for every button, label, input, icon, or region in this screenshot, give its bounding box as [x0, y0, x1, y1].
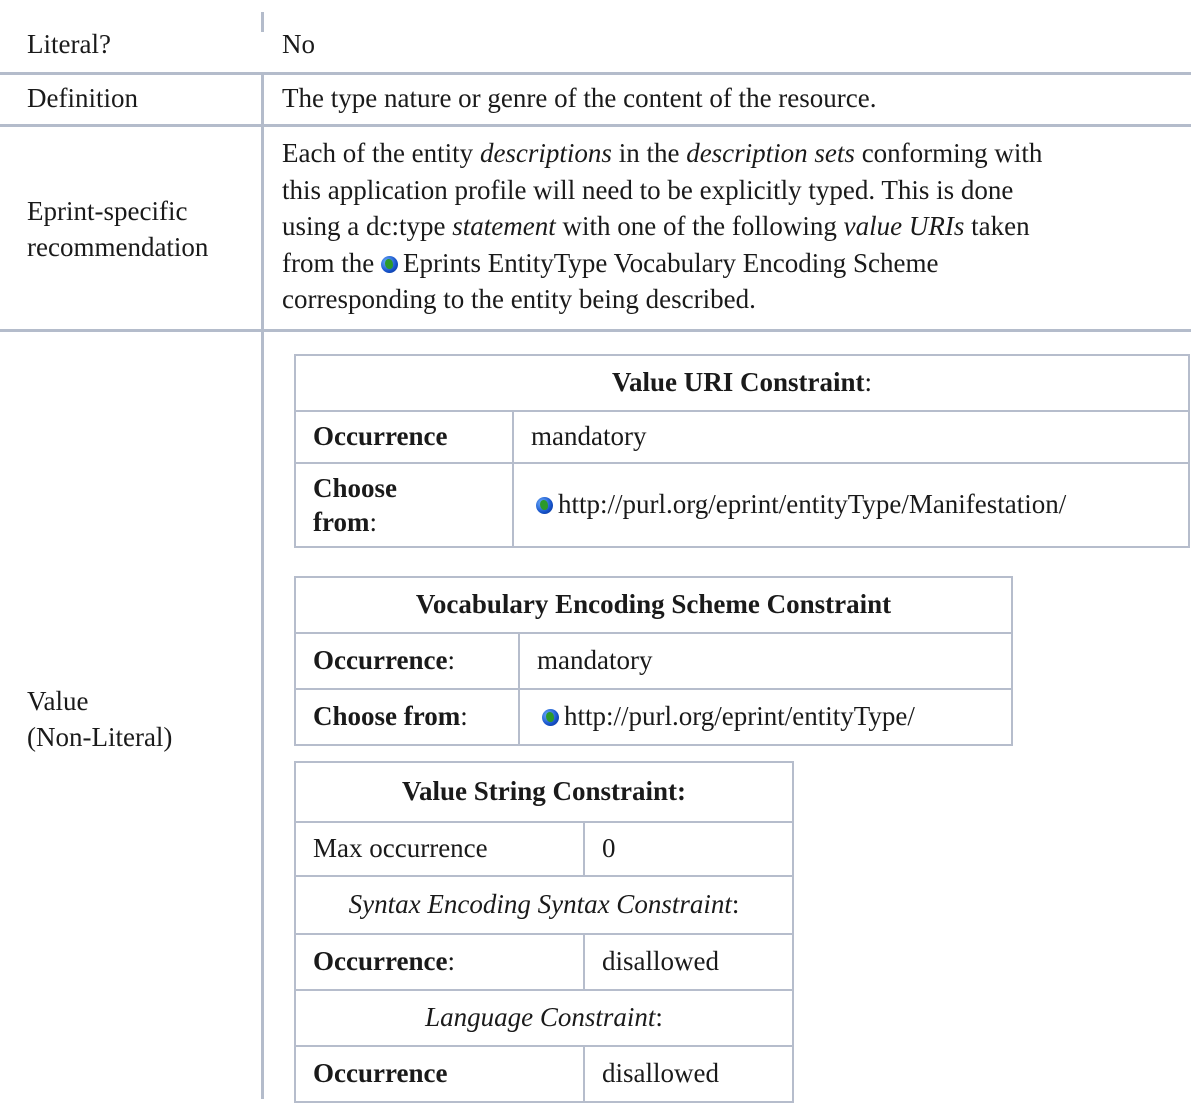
definition-label: Definition	[27, 83, 138, 113]
text-run: Each of the entity	[282, 138, 480, 168]
recommendation-label: Eprint-specific recommendation	[27, 193, 208, 265]
globe-icon	[542, 709, 559, 727]
ves-choose-label-cell: Choose from:	[294, 688, 520, 746]
occurrence-label: Occurrence	[313, 1058, 448, 1089]
occurrence-label: Occurrence	[313, 645, 448, 676]
recommendation-line: this application profile will need to be…	[282, 174, 1014, 205]
text-run: in the	[611, 138, 687, 168]
ves-choose-value-cell: http://purl.org/eprint/entityType/	[518, 688, 1013, 746]
row-divider	[0, 72, 1191, 75]
language-constraint-title-cell: Language Constraint:	[294, 989, 794, 1047]
choose-label: from	[313, 507, 370, 537]
colon: :	[369, 507, 377, 537]
recommendation-line: Each of the entity descriptions in the d…	[282, 135, 1182, 172]
text-run: with one of the following	[555, 211, 844, 241]
choose-label: Choose	[313, 473, 398, 503]
recommendation-text: Each of the entity descriptions in the d…	[282, 135, 1182, 318]
colon: :	[864, 367, 873, 398]
occurrence-value: mandatory	[512, 410, 1190, 464]
globe-icon	[380, 255, 398, 273]
syntax-occurrence-value: disallowed	[583, 933, 794, 991]
recommendation-line: from the Eprints EntityType Vocabulary E…	[282, 245, 1182, 282]
recommendation-label-line2: recommendation	[27, 232, 209, 262]
occurrence-label: Occurrence	[313, 421, 448, 452]
language-occurrence-value: disallowed	[583, 1045, 794, 1103]
text-run: from the	[282, 247, 381, 278]
choose-from-value-cell: http://purl.org/eprint/entityType/Manife…	[512, 462, 1190, 548]
globe-icon	[536, 497, 553, 515]
uri-label: http://purl.org/eprint/entityType/Manife…	[558, 489, 1067, 520]
text-run: conforming with	[854, 138, 1043, 168]
eprints-vocabulary-link[interactable]: Eprints EntityType Vocabulary Encoding S…	[380, 247, 939, 278]
value-label: Value (Non-Literal)	[27, 683, 172, 755]
recommendation-line: corresponding to the entity being descri…	[282, 284, 756, 314]
colon: :	[731, 889, 740, 920]
language-constraint-title: Language Constraint	[425, 1002, 656, 1033]
row-divider	[0, 124, 1191, 127]
occurrence-label: Occurrence	[313, 946, 448, 977]
language-occurrence-label-cell: Occurrence	[294, 1045, 585, 1103]
colon: :	[655, 1002, 663, 1033]
value-label-line2: (Non-Literal)	[27, 722, 173, 752]
occurrence-label-cell: Occurrence	[294, 410, 514, 464]
max-occurrence-label: Max occurrence	[294, 821, 585, 877]
value-label-line1: Value	[27, 686, 89, 716]
ves-occurrence-value: mandatory	[518, 632, 1013, 690]
literal-label: Literal?	[27, 29, 111, 59]
manifestation-uri-link[interactable]: http://purl.org/eprint/entityType/Manife…	[536, 489, 1066, 519]
row-divider	[0, 329, 1191, 332]
column-divider-top	[261, 12, 264, 32]
link-label: Eprints EntityType Vocabulary Encoding S…	[402, 247, 939, 278]
recommendation-line: using a dc:type statement with one of th…	[282, 208, 1182, 245]
column-divider	[261, 75, 264, 1099]
term-description-sets: description sets	[686, 138, 855, 168]
max-occurrence-value: 0	[583, 821, 794, 877]
ves-title: Vocabulary Encoding Scheme Constraint	[294, 576, 1013, 634]
term-statement: statement	[452, 211, 556, 241]
term-value-uris: value URIs	[843, 211, 965, 241]
syntax-occurrence-label-cell: Occurrence:	[294, 933, 585, 991]
syntax-constraint-title-cell: Syntax Encoding Syntax Constraint:	[294, 875, 794, 935]
recommendation-label-line1: Eprint-specific	[27, 196, 188, 226]
ves-occurrence-label-cell: Occurrence:	[294, 632, 520, 690]
colon: :	[460, 701, 468, 732]
uri-label: http://purl.org/eprint/entityType/	[564, 701, 915, 732]
choose-label: Choose from	[313, 701, 461, 732]
choose-from-label-cell: Choose from:	[294, 462, 514, 548]
vsc-title: Value String Constraint:	[294, 761, 794, 823]
text-run: taken	[964, 211, 1030, 241]
definition-value: The type nature or genre of the content …	[282, 83, 877, 113]
value-uri-title: Value URI Constraint	[611, 367, 865, 398]
colon: :	[447, 946, 455, 977]
term-descriptions: descriptions	[479, 138, 612, 168]
value-uri-constraint-table: Value URI Constraint: Occurrence mandato…	[294, 354, 1190, 548]
syntax-constraint-title: Syntax Encoding Syntax Constraint	[348, 889, 732, 920]
value-uri-title-cell: Value URI Constraint:	[294, 354, 1190, 412]
text-run: using a dc:type	[282, 211, 453, 241]
literal-value: No	[282, 29, 315, 59]
ves-constraint-table: Vocabulary Encoding Scheme Constraint Oc…	[294, 576, 1013, 746]
colon: :	[447, 645, 455, 676]
value-string-constraint-table: Value String Constraint: Max occurrence …	[294, 761, 794, 1103]
entitytype-uri-link[interactable]: http://purl.org/eprint/entityType/	[542, 701, 915, 731]
